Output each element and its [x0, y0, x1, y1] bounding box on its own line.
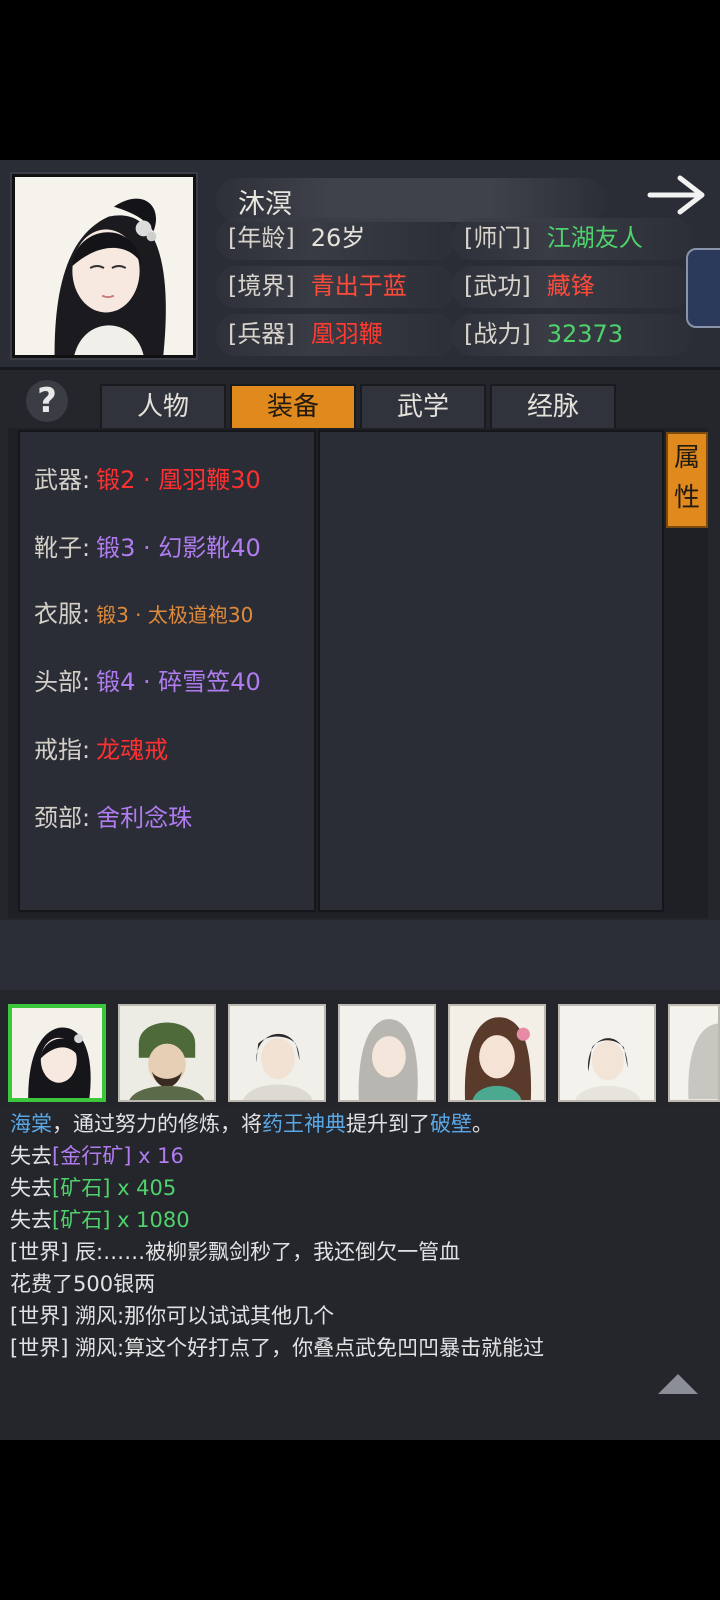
chat-text: 失去 — [10, 1176, 52, 1200]
stat-value: 青出于蓝 — [310, 272, 407, 300]
tab-character[interactable]: 人物 — [100, 384, 226, 430]
stat-label: [武功] — [464, 272, 531, 300]
party-member-thumb[interactable] — [668, 1004, 720, 1102]
chat-line: [世界] 溯风:算这个好打点了，你叠点武免凹凹暴击就能过 — [10, 1336, 545, 1360]
equip-label: 靴子: — [34, 534, 91, 562]
party-member-portrait — [230, 1006, 324, 1100]
stat-value: 32373 — [546, 320, 624, 348]
chat-item: [矿石] — [52, 1208, 111, 1232]
equip-label: 头部: — [34, 668, 91, 696]
stat-realm: [境界] 青出于蓝 — [228, 266, 407, 306]
party-member-thumb[interactable] — [8, 1004, 106, 1102]
chat-text: 。 — [472, 1112, 493, 1136]
stat-martial-art: [武功] 藏锋 — [464, 266, 595, 306]
equip-slot-ring[interactable]: 戒指: 龙魂戒 — [34, 730, 168, 770]
chat-level: 破壁 — [430, 1112, 472, 1136]
chat-quantity: x 16 — [131, 1144, 184, 1168]
equip-label: 武器: — [34, 466, 91, 494]
equip-value: 舍利念珠 — [96, 804, 193, 832]
equip-label: 衣服: — [34, 600, 91, 628]
tab-martial-arts[interactable]: 武学 — [360, 384, 486, 430]
character-name: 沐溟 — [238, 189, 292, 220]
character-portrait[interactable] — [12, 174, 196, 358]
character-header: 沐溟 [年龄] 26岁 [师门] 江湖友人 [境界] 青出于蓝 [武功] 藏锋 [兵器]… — [0, 160, 720, 370]
chat-text: 失去 — [10, 1144, 52, 1168]
next-arrow-button[interactable] — [646, 172, 710, 218]
detail-panel — [318, 430, 664, 912]
party-member-portrait — [120, 1006, 214, 1100]
equip-slot-head[interactable]: 头部: 锻4 · 碎雪笠40 — [34, 662, 261, 702]
party-member-portrait — [340, 1006, 434, 1100]
chat-line: 失去[矿石] x 1080 — [10, 1204, 710, 1236]
party-member-thumb[interactable] — [558, 1004, 656, 1102]
arrow-right-icon — [647, 175, 705, 215]
equip-label: 颈部: — [34, 804, 91, 832]
stat-value: 26岁 — [310, 224, 366, 252]
chat-player-name: 海棠 — [10, 1112, 52, 1136]
stat-sect: [师门] 江湖友人 — [464, 218, 643, 258]
equip-slot-weapon[interactable]: 武器: 锻2 · 凰羽鞭30 — [34, 460, 261, 500]
chat-log[interactable]: 海棠，通过努力的修炼，将药王神典提升到了破壁。 失去[金行矿] x 16 失去[… — [10, 1108, 710, 1364]
equip-label: 戒指: — [34, 736, 91, 764]
chat-quantity: x 405 — [110, 1176, 177, 1200]
chat-quantity: x 1080 — [110, 1208, 190, 1232]
equip-slot-boots[interactable]: 靴子: 锻3 · 幻影靴40 — [34, 528, 261, 568]
party-member-portrait — [450, 1006, 544, 1100]
tab-meridians[interactable]: 经脉 — [490, 384, 616, 430]
stat-age: [年龄] 26岁 — [228, 218, 365, 258]
chat-item: [金行矿] — [52, 1144, 132, 1168]
equip-value: 锻3 · 幻影靴40 — [96, 534, 261, 562]
equip-value: 锻2 · 凰羽鞭30 — [96, 466, 261, 494]
stat-label: [年龄] — [228, 224, 295, 252]
party-member-thumb[interactable] — [118, 1004, 216, 1102]
equip-value: 龙魂戒 — [96, 736, 169, 764]
stat-label: [战力] — [464, 320, 531, 348]
book-icon[interactable] — [686, 248, 720, 328]
chat-line: 花费了500银两 — [10, 1272, 156, 1296]
equip-slot-armor[interactable]: 衣服: 锻3 · 太极道袍30 — [34, 594, 253, 634]
triangle-up-icon — [658, 1374, 698, 1394]
chat-line: 失去[金行矿] x 16 — [10, 1140, 710, 1172]
party-member-portrait — [560, 1006, 654, 1100]
game-screen: 沐溟 [年龄] 26岁 [师门] 江湖友人 [境界] 青出于蓝 [武功] 藏锋 [兵器]… — [0, 160, 720, 1440]
chat-text: ，通过努力的修炼，将 — [52, 1112, 262, 1136]
party-member-portrait — [12, 1008, 102, 1098]
attributes-button[interactable]: 属性 — [666, 432, 708, 528]
chat-line: 失去[矿石] x 405 — [10, 1172, 710, 1204]
chat-skill-name: 药王神典 — [262, 1112, 346, 1136]
stat-value: 凰羽鞭 — [310, 320, 383, 348]
party-member-thumb[interactable] — [448, 1004, 546, 1102]
chat-text: 失去 — [10, 1208, 52, 1232]
party-member-thumb[interactable] — [228, 1004, 326, 1102]
stat-label: [境界] — [228, 272, 295, 300]
portrait-image — [15, 177, 193, 355]
chat-line: 海棠，通过努力的修炼，将药王神典提升到了破壁。 — [10, 1108, 710, 1140]
help-icon[interactable]: ? — [26, 380, 68, 422]
party-member-thumb[interactable] — [338, 1004, 436, 1102]
divider-band — [0, 920, 720, 990]
chat-item: [矿石] — [52, 1176, 111, 1200]
equip-slot-neck[interactable]: 颈部: 舍利念珠 — [34, 798, 192, 838]
equip-value: 锻3 · 太极道袍30 — [96, 603, 254, 627]
equip-value: 锻4 · 碎雪笠40 — [96, 668, 261, 696]
stat-value: 藏锋 — [546, 272, 595, 300]
chat-text: 提升到了 — [346, 1112, 430, 1136]
scroll-up-button[interactable] — [656, 1372, 700, 1396]
stat-label: [师门] — [464, 224, 531, 252]
party-member-portrait — [670, 1006, 718, 1100]
stat-label: [兵器] — [228, 320, 295, 348]
chat-line: [世界] 溯风:那你可以试试其他几个 — [10, 1304, 335, 1328]
tab-equipment[interactable]: 装备 — [230, 384, 356, 430]
stat-weapon: [兵器] 凰羽鞭 — [228, 314, 383, 354]
chat-line: [世界] 辰:……被柳影飘剑秒了，我还倒欠一管血 — [10, 1240, 461, 1264]
stat-power: [战力] 32373 — [464, 314, 623, 354]
stat-value: 江湖友人 — [546, 224, 643, 252]
